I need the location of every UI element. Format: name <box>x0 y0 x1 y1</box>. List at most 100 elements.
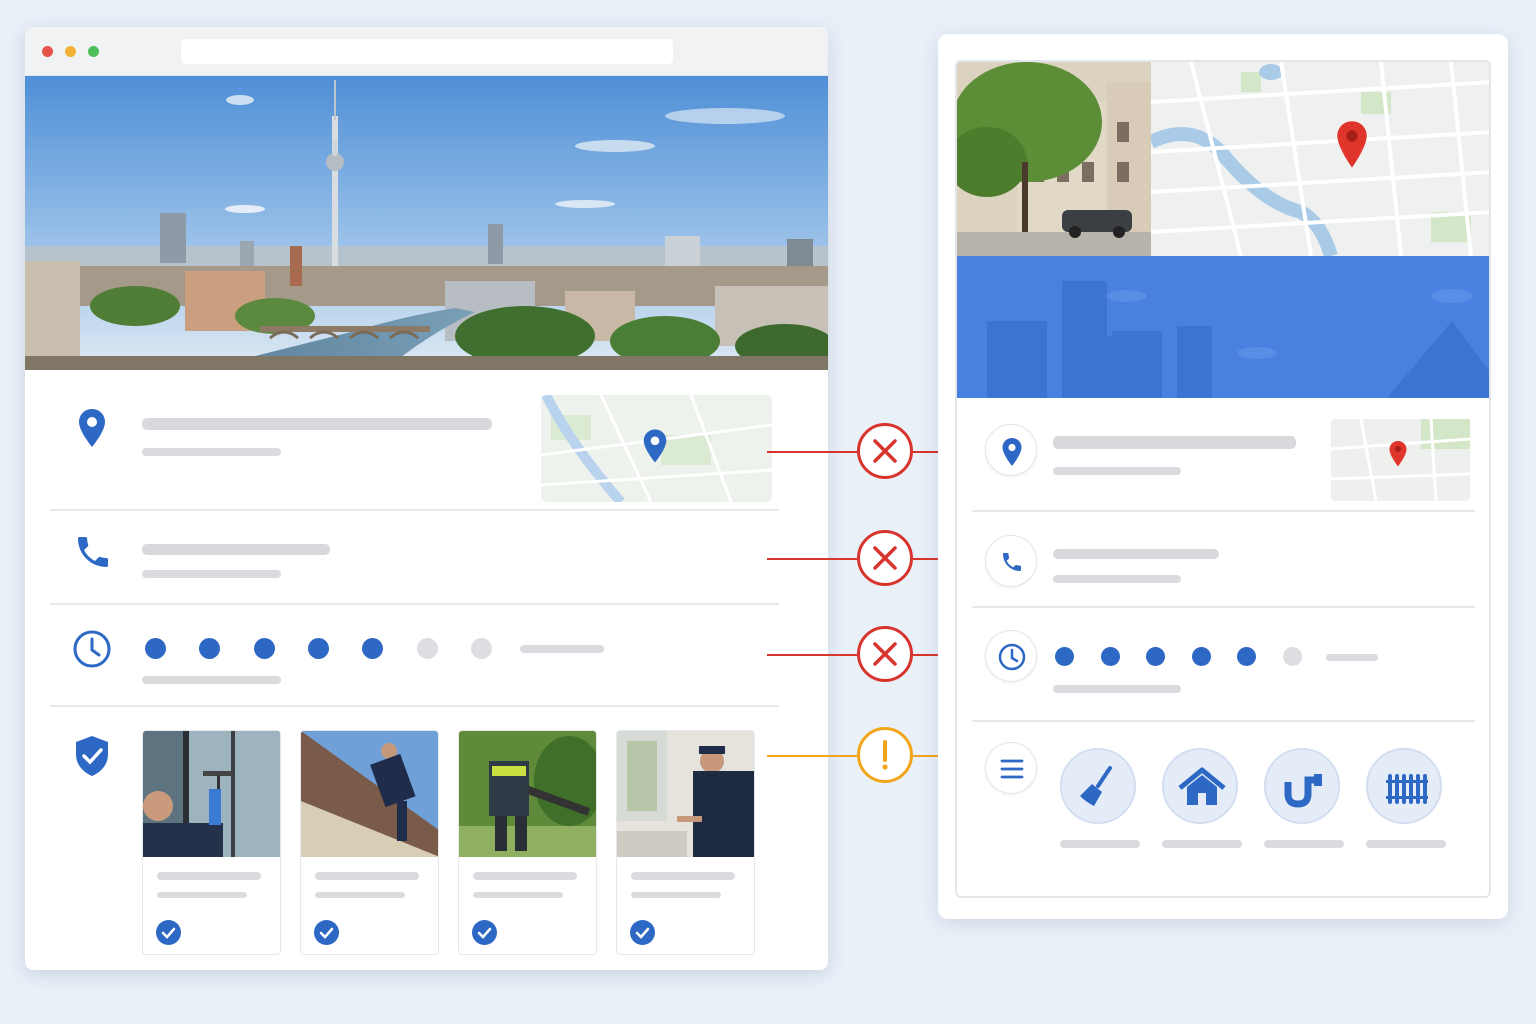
mismatch-badge <box>857 423 913 479</box>
phone-placeholder-line <box>1053 549 1219 559</box>
card-subtitle-placeholder <box>631 892 721 898</box>
street-photo <box>957 62 1151 256</box>
window-repair-photo <box>617 731 754 857</box>
service-label-placeholder <box>1162 840 1242 848</box>
address-bar[interactable] <box>181 39 673 64</box>
x-mark-icon <box>873 439 897 463</box>
connector-line <box>767 558 857 560</box>
row-divider <box>972 606 1475 608</box>
connector-line <box>767 654 857 656</box>
hours-placeholder-subline <box>142 676 281 684</box>
left-browser-window <box>25 27 828 970</box>
browser-titlebar <box>25 27 828 76</box>
x-mark-icon <box>873 642 897 666</box>
x-mark-icon <box>873 546 897 570</box>
phone-placeholder-line <box>142 544 330 555</box>
right-panel-frame <box>955 60 1491 898</box>
verified-check-icon <box>630 920 655 945</box>
service-label-placeholder <box>1366 840 1446 848</box>
address-placeholder-line <box>1053 436 1296 449</box>
service-card[interactable] <box>142 730 281 955</box>
card-title-placeholder <box>315 872 419 880</box>
card-title-placeholder <box>631 872 735 880</box>
city-banner-illustration <box>957 256 1489 398</box>
phone-icon <box>73 532 113 572</box>
roofer-photo <box>301 731 438 857</box>
rating-dot-filled <box>199 638 221 659</box>
rating-dot-filled <box>1191 647 1211 666</box>
right-panel-window <box>938 34 1508 919</box>
window-cleaner-photo <box>143 731 280 857</box>
row-divider <box>50 509 779 511</box>
mini-map[interactable] <box>541 395 772 502</box>
location-pin-icon <box>77 408 107 448</box>
hero-image-berlin-skyline <box>25 76 828 370</box>
mismatch-badge <box>857 530 913 586</box>
rating-dot-filled <box>253 638 275 659</box>
menu-icon[interactable] <box>985 742 1037 794</box>
rating-placeholder-line <box>1326 654 1378 661</box>
card-title-placeholder <box>473 872 577 880</box>
card-subtitle-placeholder <box>315 892 405 898</box>
gardener-leaf-blower-photo <box>459 731 596 857</box>
row-divider <box>50 705 779 707</box>
rating-dot-empty <box>470 638 492 659</box>
row-divider <box>972 720 1475 722</box>
card-title-placeholder <box>157 872 261 880</box>
city-map[interactable] <box>1151 62 1491 256</box>
plumbing-service-button[interactable] <box>1264 748 1340 824</box>
phone-placeholder-subline <box>142 570 281 578</box>
address-placeholder-subline <box>1053 467 1181 475</box>
map-pin-icon <box>1335 120 1369 170</box>
verified-check-icon <box>314 920 339 945</box>
verified-check-icon <box>156 920 181 945</box>
service-label-placeholder <box>1060 840 1140 848</box>
address-placeholder-subline <box>142 448 281 456</box>
rating-dots <box>1055 647 1315 667</box>
connector-line <box>767 451 857 453</box>
location-pin-icon <box>985 424 1037 476</box>
phone-placeholder-subline <box>1053 575 1181 583</box>
service-card[interactable] <box>616 730 755 955</box>
rating-dot-empty <box>1282 647 1302 666</box>
radiator-icon <box>1386 774 1428 804</box>
rating-dot-filled <box>1146 647 1165 666</box>
row-divider <box>972 510 1475 512</box>
mini-map[interactable] <box>1331 419 1470 501</box>
house-service-button[interactable] <box>1162 748 1238 824</box>
map-pin-icon <box>642 427 668 465</box>
warning-badge <box>857 727 913 783</box>
rating-dot-filled <box>1055 647 1074 666</box>
address-placeholder-line <box>142 418 492 430</box>
heating-service-button[interactable] <box>1366 748 1442 824</box>
broom-service-button[interactable] <box>1060 748 1136 824</box>
card-subtitle-placeholder <box>473 892 563 898</box>
pipe-icon <box>1284 774 1322 808</box>
service-card[interactable] <box>300 730 439 955</box>
row-divider <box>50 603 779 605</box>
house-icon <box>1178 767 1226 805</box>
shield-check-icon <box>73 734 111 778</box>
minimize-window-dot[interactable] <box>65 46 76 57</box>
clock-icon <box>985 630 1037 682</box>
verified-check-icon <box>472 920 497 945</box>
close-window-dot[interactable] <box>42 46 53 57</box>
rating-dot-filled <box>362 638 384 659</box>
exclamation-icon <box>882 740 888 770</box>
rating-dot-filled <box>307 638 329 659</box>
broom-icon <box>1080 766 1112 806</box>
rating-dot-empty <box>416 638 438 659</box>
rating-dot-filled <box>1237 647 1256 666</box>
rating-placeholder-line <box>520 645 604 653</box>
clock-icon <box>72 629 112 669</box>
service-card[interactable] <box>458 730 597 955</box>
rating-dot-filled <box>145 638 166 659</box>
rating-dot-filled <box>1100 647 1120 666</box>
service-label-placeholder <box>1264 840 1344 848</box>
rating-dots <box>145 638 505 660</box>
hours-placeholder-subline <box>1053 685 1181 693</box>
phone-icon <box>985 535 1037 587</box>
maximize-window-dot[interactable] <box>88 46 99 57</box>
card-subtitle-placeholder <box>157 892 247 898</box>
connector-line <box>767 755 857 757</box>
